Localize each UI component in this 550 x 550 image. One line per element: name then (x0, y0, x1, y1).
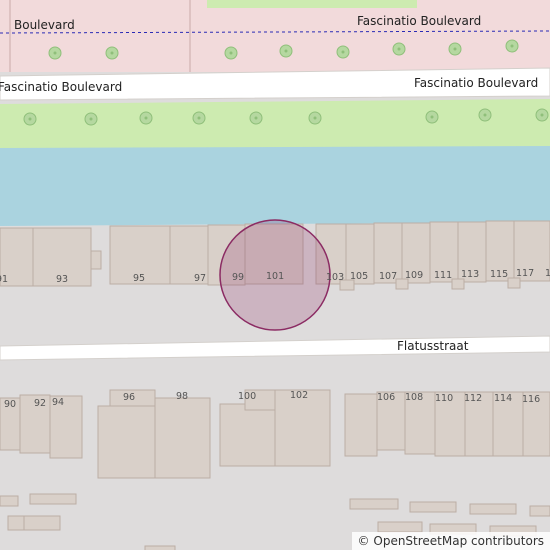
house-number: 115 (490, 269, 508, 280)
house-number: 112 (464, 393, 482, 404)
house-number: 1 (545, 268, 550, 279)
park-strip (0, 99, 550, 148)
attribution-link[interactable]: OpenStreetMap contributors (373, 534, 544, 548)
street-label-mid-left: Fascinatio Boulevard (0, 80, 122, 94)
house-number: 117 (516, 268, 534, 279)
residential-area (0, 0, 550, 72)
house-number: 91 (0, 274, 8, 285)
house-number: 116 (522, 394, 540, 405)
house-number: 108 (405, 392, 423, 403)
street-label-flatusstraat: Flatusstraat (397, 339, 469, 353)
house-number: 96 (123, 392, 135, 403)
map-attribution: © OpenStreetMap contributors (351, 532, 550, 550)
map-view[interactable]: Boulevard Fascinatio Boulevard Fascinati… (0, 0, 550, 550)
house-number: 110 (435, 393, 453, 404)
street-label-mid-right: Fascinatio Boulevard (414, 76, 538, 90)
house-number: 90 (4, 399, 16, 410)
house-number: 109 (405, 270, 423, 281)
house-number: 102 (290, 390, 308, 401)
park-strip-top (207, 0, 417, 8)
street-label-top-right: Fascinatio Boulevard (357, 14, 481, 28)
house-number: 105 (350, 271, 368, 282)
house-number: 103 (326, 272, 344, 283)
house-number: 95 (133, 273, 145, 284)
house-number: 106 (377, 392, 395, 403)
street-label-top-left: Boulevard (14, 18, 75, 32)
house-number: 100 (238, 391, 256, 402)
house-number: 94 (52, 397, 64, 408)
water-canal (0, 146, 550, 226)
house-number: 107 (379, 271, 397, 282)
house-number: 111 (434, 270, 452, 281)
copyright-symbol: © (357, 534, 370, 548)
house-number: 101 (266, 271, 284, 282)
house-number: 97 (194, 273, 206, 284)
map-canvas: Boulevard Fascinatio Boulevard Fascinati… (0, 0, 550, 550)
house-number: 113 (461, 269, 479, 280)
house-number: 92 (34, 398, 46, 409)
house-number: 114 (494, 393, 512, 404)
house-number: 99 (232, 272, 244, 283)
house-number: 93 (56, 274, 68, 285)
house-number: 98 (176, 391, 188, 402)
